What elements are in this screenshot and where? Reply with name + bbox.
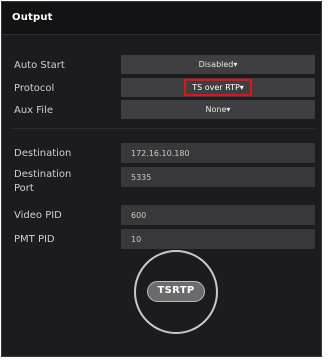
video-pid-input[interactable] (121, 205, 315, 225)
auto-start-dropdown[interactable]: Disabled▾ (121, 55, 315, 74)
protocol-dropdown[interactable]: TS over RTP▾ (121, 78, 315, 97)
pmt-pid-input[interactable] (121, 229, 315, 249)
aux-file-label: Aux File (14, 105, 54, 116)
video-pid-label: Video PID (14, 210, 62, 221)
pmt-pid-label: PMT PID (14, 234, 55, 245)
output-panel: Output Auto Start Disabled▾ Protocol TS … (1, 1, 322, 357)
chevron-down-icon: ▾ (226, 105, 231, 114)
protocol-badge: TSRTP (147, 281, 205, 302)
protocol-value: TS over RTP (192, 83, 240, 92)
destination-port-input[interactable] (121, 167, 315, 187)
destination-port-label-line1: Destination (14, 169, 72, 180)
aux-file-dropdown[interactable]: None▾ (121, 100, 315, 119)
auto-start-label: Auto Start (14, 60, 65, 71)
section-divider (10, 128, 315, 129)
chevron-down-icon: ▾ (233, 60, 238, 69)
destination-label: Destination (14, 148, 72, 159)
aux-file-value: None (205, 105, 227, 114)
panel-title: Output (12, 12, 53, 23)
protocol-label: Protocol (14, 83, 55, 94)
auto-start-value: Disabled (198, 60, 234, 69)
destination-port-label-line2: Port (14, 183, 34, 194)
destination-input[interactable] (121, 143, 315, 163)
chevron-down-icon: ▾ (239, 83, 244, 92)
panel-header: Output (2, 2, 321, 35)
protocol-highlight-box: TS over RTP▾ (184, 79, 252, 96)
